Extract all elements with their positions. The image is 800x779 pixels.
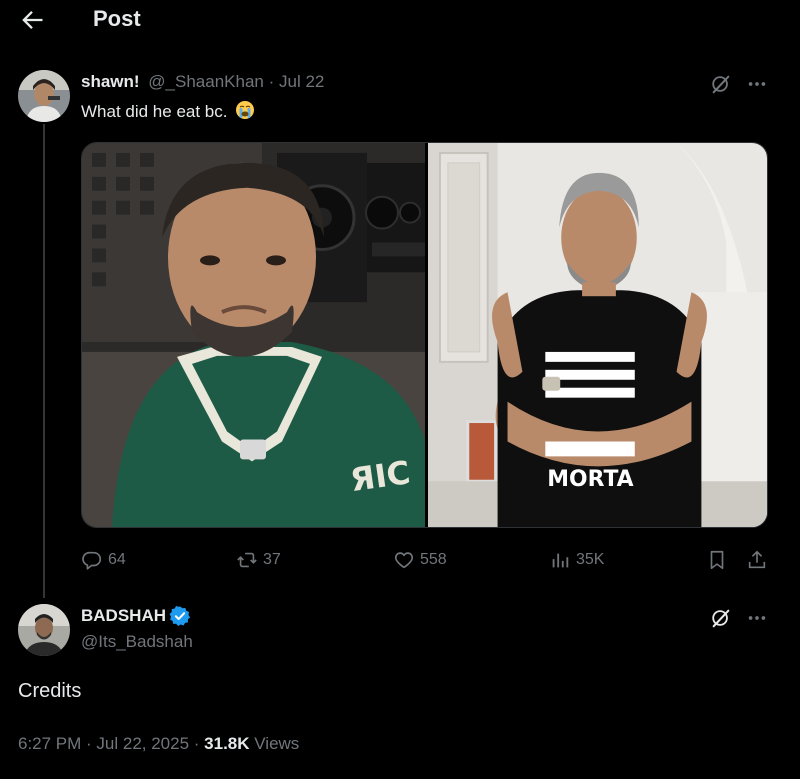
tweet-timestamp[interactable]: 6:27 PM · Jul 22, 2025 ·: [18, 734, 204, 753]
tweet-meta: 6:27 PM · Jul 22, 2025 · 31.8K Views: [18, 734, 299, 754]
tweet-header: shawn! @_ShaanKhan · Jul 22: [81, 72, 324, 92]
analytics-icon: [552, 553, 569, 568]
avatar-badshah[interactable]: [18, 604, 70, 656]
author-name[interactable]: shawn!: [81, 72, 140, 91]
share-button[interactable]: [746, 545, 768, 575]
grok-icon[interactable]: [710, 73, 732, 95]
tweet-text: What did he eat bc.: [81, 100, 255, 122]
more-options-icon[interactable]: [746, 73, 768, 95]
like-button[interactable]: 558: [393, 545, 447, 575]
author-name[interactable]: BADSHAH: [81, 606, 166, 626]
media-image-left[interactable]: ЯIC: [82, 143, 425, 527]
reply-button[interactable]: 64: [81, 545, 126, 575]
tweet-text: Credits: [18, 680, 82, 702]
view-count: 35K: [576, 551, 605, 568]
thread-connector-line: [43, 124, 45, 598]
reply-count: 64: [108, 551, 126, 568]
author-handle[interactable]: @_ShaanKhan: [148, 72, 264, 91]
reply-icon: [82, 551, 102, 570]
author-handle[interactable]: @Its_Badshah: [81, 632, 193, 652]
bookmark-button[interactable]: [706, 545, 728, 575]
tweet-text-body: What did he eat bc.: [81, 102, 228, 121]
tweet-actions: 64 37 558 35K: [81, 545, 771, 575]
heart-icon: [394, 552, 414, 569]
like-count: 558: [420, 551, 447, 568]
verified-badge-icon: [169, 606, 191, 626]
more-options-icon[interactable]: [746, 607, 768, 629]
separator: ·: [268, 72, 275, 91]
media-image-right[interactable]: MORTA: [425, 143, 767, 527]
repost-button[interactable]: 37: [236, 545, 281, 575]
bookmark-icon: [710, 550, 724, 570]
page-title: Post: [93, 6, 141, 31]
views-button[interactable]: 35K: [549, 545, 604, 575]
svg-text:MORTA: MORTA: [547, 467, 633, 492]
header: Post: [0, 0, 800, 44]
tweet-date[interactable]: Jul 22: [279, 72, 324, 91]
avatar-shawn[interactable]: [18, 70, 70, 122]
back-arrow-icon[interactable]: [18, 6, 46, 34]
tweet-views-count: 31.8K: [204, 734, 250, 753]
repost-count: 37: [263, 551, 281, 568]
views-label: Views: [249, 734, 300, 753]
tweet-media: ЯIC MORTA: [81, 142, 768, 528]
share-icon: [748, 550, 766, 569]
repost-icon: [237, 552, 257, 568]
grok-icon[interactable]: [710, 607, 732, 629]
loudly-crying-face-emoji-icon: [236, 101, 255, 119]
tweet2-name-row: BADSHAH: [81, 605, 191, 627]
